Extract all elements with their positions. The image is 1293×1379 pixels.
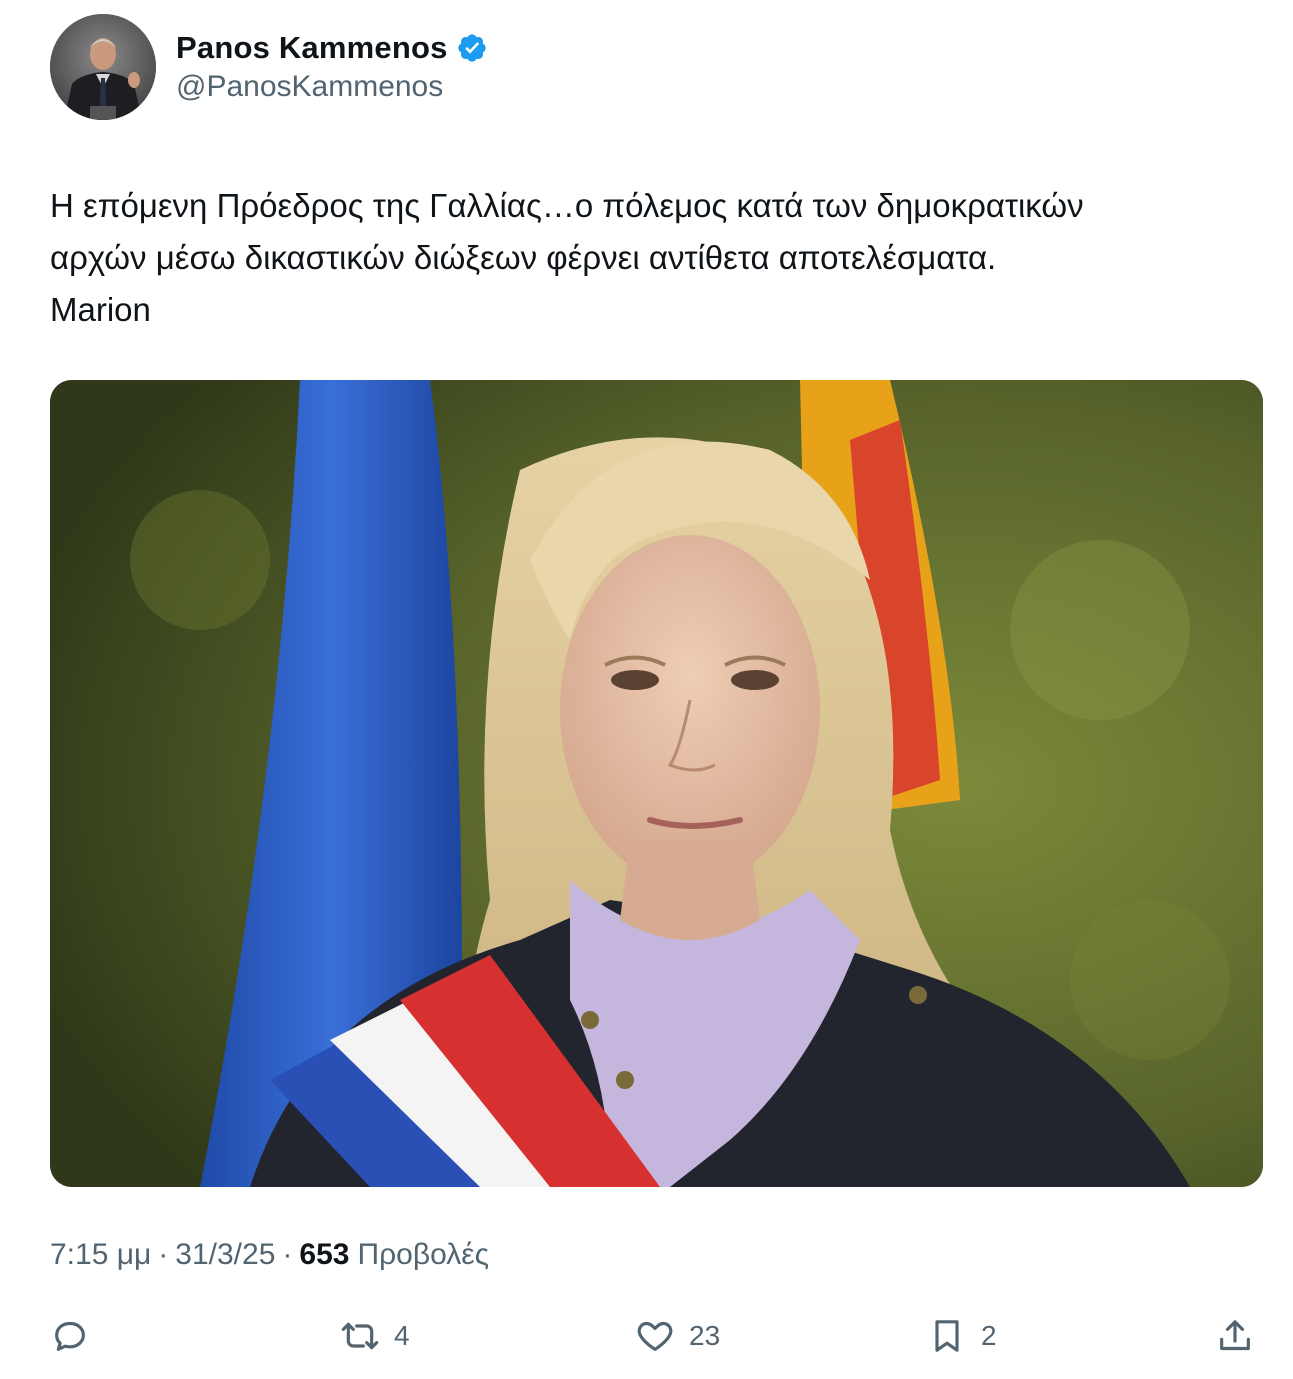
tweet-meta: 7:15 μμ · 31/3/25 · 653 Προβολές (50, 1238, 489, 1272)
views-count: 653 (299, 1238, 350, 1271)
author-handle[interactable]: @PanosKammenos (176, 70, 488, 104)
tweet-date[interactable]: 31/3/25 (175, 1238, 275, 1272)
meta-separator: · (158, 1238, 169, 1271)
share-icon (1220, 1320, 1250, 1351)
tweet-text-line: Marion (50, 291, 151, 328)
tweet-text-line: αρχών μέσω δικαστικών διώξεων φέρνει αντ… (50, 239, 997, 276)
tweet-text: Η επόμενη Πρόεδρος της Γαλλίας…ο πόλεμος… (50, 180, 1260, 336)
tweet-action-bar: 4 23 2 (50, 1308, 1260, 1364)
meta-separator: · (282, 1238, 293, 1271)
retweet-icon (341, 1322, 379, 1350)
views-label: Προβολές (357, 1238, 490, 1271)
reply-icon (55, 1321, 85, 1351)
heart-icon (637, 1321, 673, 1351)
avatar[interactable] (50, 14, 156, 120)
verified-badge-icon (457, 34, 486, 62)
tweet-header: Panos Kammenos @PanosKammenos (50, 14, 488, 120)
like-button[interactable]: 23 (635, 1308, 720, 1364)
author-display-name[interactable]: Panos Kammenos (176, 30, 448, 66)
tweet-photo[interactable] (50, 380, 1263, 1187)
share-button[interactable] (1215, 1308, 1255, 1364)
retweet-count: 4 (394, 1320, 410, 1351)
tweet-text-line: Η επόμενη Πρόεδρος της Γαλλίας…ο πόλεμος… (50, 187, 1084, 224)
like-count: 23 (689, 1320, 721, 1351)
bookmark-count: 2 (981, 1320, 997, 1351)
tweet-time[interactable]: 7:15 μμ (50, 1238, 151, 1272)
reply-button[interactable] (50, 1308, 90, 1364)
bookmark-button[interactable]: 2 (927, 1308, 997, 1364)
retweet-button[interactable]: 4 (340, 1308, 410, 1364)
bookmark-icon (935, 1320, 959, 1352)
